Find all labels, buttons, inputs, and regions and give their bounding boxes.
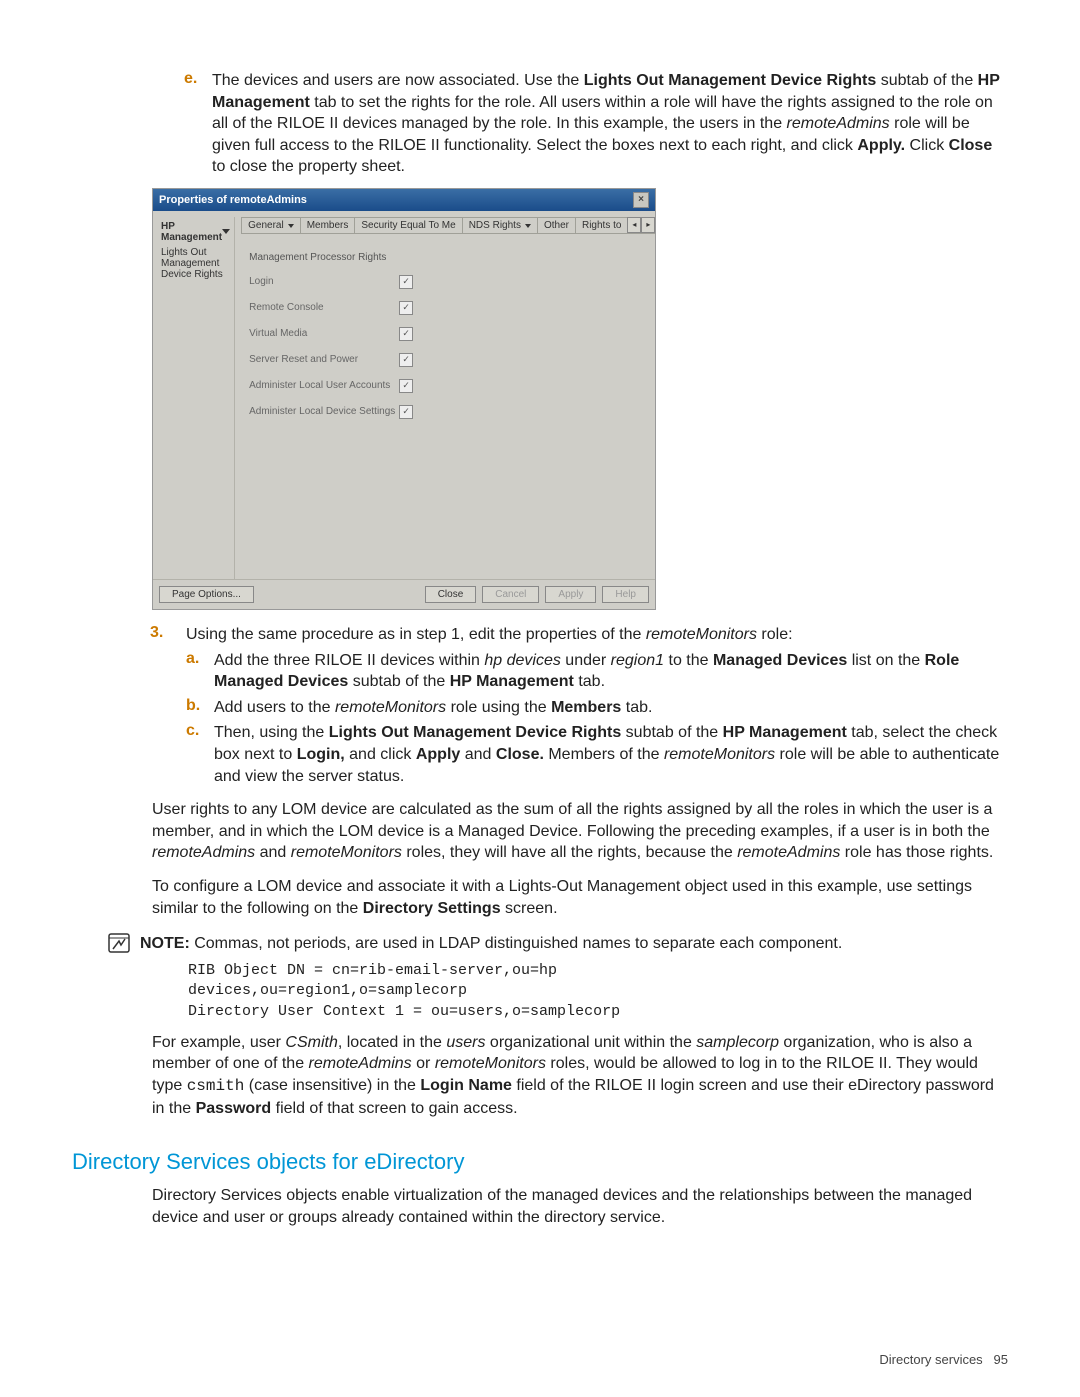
chevron-down-icon	[288, 224, 294, 228]
tab-nds[interactable]: NDS Rights	[462, 217, 538, 233]
step-3a-marker: a.	[186, 650, 214, 693]
step-3c-marker: c.	[186, 722, 214, 787]
tab-rights-to[interactable]: Rights to	[575, 217, 628, 233]
step-3-marker: 3.	[150, 624, 186, 646]
help-button[interactable]: Help	[602, 586, 649, 603]
step-3c-text: Then, using the Lights Out Management De…	[214, 722, 1008, 787]
checkbox-device[interactable]: ✓	[399, 405, 413, 419]
step-3a-text: Add the three RILOE II devices within hp…	[214, 650, 1008, 693]
dialog-titlebar: Properties of remoteAdmins ×	[153, 189, 655, 211]
step-3-text: Using the same procedure as in step 1, e…	[186, 624, 793, 646]
left-panel-main-tab[interactable]: HP Management	[161, 221, 222, 243]
close-icon[interactable]: ×	[633, 192, 649, 208]
close-button[interactable]: Close	[425, 586, 477, 603]
section-heading: Directory Services objects for eDirector…	[72, 1149, 1008, 1175]
checkbox-virtual[interactable]: ✓	[399, 327, 413, 341]
page-options-button[interactable]: Page Options...	[159, 586, 254, 603]
step-e-text: The devices and users are now associated…	[212, 70, 1008, 178]
note-icon	[106, 931, 132, 955]
paragraph-configure: To configure a LOM device and associate …	[152, 876, 1008, 919]
paragraph-csmith: For example, user CSmith, located in the…	[152, 1032, 1008, 1119]
checkbox-users[interactable]: ✓	[399, 379, 413, 393]
dialog-title: Properties of remoteAdmins	[159, 194, 307, 206]
tab-scroll-right-icon[interactable]: ▸	[641, 217, 655, 233]
checkbox-login[interactable]: ✓	[399, 275, 413, 289]
paragraph-rights-sum: User rights to any LOM device are calcul…	[152, 799, 1008, 864]
step-e-marker: e.	[184, 70, 212, 178]
tab-security[interactable]: Security Equal To Me	[354, 217, 462, 233]
note-text: NOTE: Commas, not periods, are used in L…	[140, 933, 842, 955]
step-3b-marker: b.	[186, 697, 214, 719]
page-footer: Directory services 95	[879, 1352, 1008, 1367]
tab-general[interactable]: General	[241, 217, 301, 233]
right-reset-row: Server Reset and Power✓	[249, 353, 615, 367]
paragraph-ds-objects: Directory Services objects enable virtua…	[152, 1185, 1008, 1228]
right-remote-row: Remote Console✓	[249, 301, 615, 315]
apply-button[interactable]: Apply	[545, 586, 596, 603]
tabs-bar: General Members Security Equal To Me NDS…	[241, 217, 655, 234]
chevron-down-icon[interactable]	[222, 229, 230, 234]
cancel-button[interactable]: Cancel	[482, 586, 539, 603]
ldap-example-code: RIB Object DN = cn=rib-email-server,ou=h…	[188, 961, 1008, 1022]
right-login-row: Login✓	[249, 275, 615, 289]
right-virtual-row: Virtual Media✓	[249, 327, 615, 341]
right-users-row: Administer Local User Accounts✓	[249, 379, 615, 393]
right-device-row: Administer Local Device Settings✓	[249, 405, 615, 419]
checkbox-remote[interactable]: ✓	[399, 301, 413, 315]
properties-dialog: Properties of remoteAdmins × HP Manageme…	[152, 188, 656, 610]
tab-scroll-left-icon[interactable]: ◂	[627, 217, 641, 233]
rights-section-header: Management Processor Rights	[249, 252, 615, 263]
tab-members[interactable]: Members	[300, 217, 356, 233]
checkbox-reset[interactable]: ✓	[399, 353, 413, 367]
chevron-down-icon	[525, 224, 531, 228]
tab-other[interactable]: Other	[537, 217, 576, 233]
left-panel-subtab[interactable]: Lights Out Management Device Rights	[161, 247, 230, 280]
step-3b-text: Add users to the remoteMonitors role usi…	[214, 697, 652, 719]
